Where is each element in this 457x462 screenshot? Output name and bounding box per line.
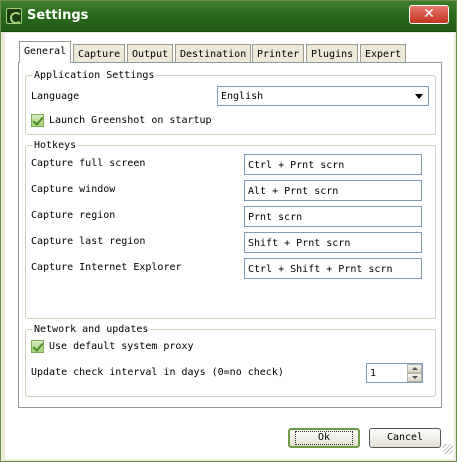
hotkey-field-window[interactable]: Alt + Prnt scrn: [244, 180, 422, 201]
network-updates-group: Network and updates Use default system p…: [25, 323, 436, 397]
hotkey-value-window: Alt + Prnt scrn: [248, 186, 339, 197]
update-interval-spinner[interactable]: 1: [366, 363, 423, 383]
network-updates-legend: Network and updates: [32, 323, 151, 336]
tab-plugins[interactable]: Plugins: [306, 44, 359, 62]
use-system-proxy-label[interactable]: Use default system proxy: [49, 340, 194, 353]
hotkeys-legend: Hotkeys: [32, 139, 79, 152]
launch-on-startup-label[interactable]: Launch Greenshot on startup: [49, 114, 212, 127]
greenshot-app-icon: [6, 8, 22, 24]
general-tab-page: Application Settings Language English La…: [18, 62, 442, 408]
hotkey-field-region[interactable]: Prnt scrn: [244, 206, 422, 227]
tab-capture[interactable]: Capture: [73, 44, 126, 62]
language-selected-value: English: [221, 91, 264, 102]
tab-printer[interactable]: Printer: [252, 44, 305, 62]
hotkey-value-last-region: Shift + Prnt scrn: [248, 238, 351, 249]
hotkey-value-full-screen: Ctrl + Prnt scrn: [248, 160, 345, 171]
tab-destination[interactable]: Destination: [175, 44, 252, 62]
hotkey-label-region: Capture region: [31, 210, 116, 221]
use-system-proxy-checkbox[interactable]: [31, 340, 44, 353]
ok-button[interactable]: Ok: [288, 428, 360, 448]
hotkey-label-internet-explorer: Capture Internet Explorer: [31, 262, 182, 273]
language-label: Language: [31, 91, 80, 102]
hotkey-value-region: Prnt scrn: [248, 212, 303, 223]
window-title: Settings: [27, 8, 89, 23]
resize-grip-icon[interactable]: [443, 444, 453, 454]
ok-button-label: Ok: [294, 431, 354, 445]
update-interval-label: Update check interval in days (0=no chec…: [31, 367, 284, 378]
hotkey-label-last-region: Capture last region: [31, 236, 146, 247]
language-select[interactable]: English: [217, 86, 429, 106]
application-settings-legend: Application Settings: [32, 69, 157, 82]
hotkey-label-window: Capture window: [31, 184, 116, 195]
close-button[interactable]: ✕: [409, 5, 449, 24]
hotkey-field-internet-explorer[interactable]: Ctrl + Shift + Prnt scrn: [244, 258, 422, 279]
spin-down-arrow-icon[interactable]: [407, 373, 422, 382]
cancel-button[interactable]: Cancel: [369, 428, 441, 448]
dialog-client-area: General Capture Output Destination Print…: [5, 33, 454, 459]
title-bar[interactable]: Settings ✕: [1, 1, 456, 32]
hotkey-label-full-screen: Capture full screen: [31, 158, 146, 169]
update-interval-value[interactable]: 1: [370, 367, 376, 380]
hotkey-value-internet-explorer: Ctrl + Shift + Prnt scrn: [248, 264, 393, 275]
launch-on-startup-checkbox[interactable]: [31, 114, 44, 127]
dropdown-arrow-icon[interactable]: [412, 89, 426, 103]
tab-general[interactable]: General: [19, 41, 72, 63]
hotkeys-group: Hotkeys Capture full screen Ctrl + Prnt …: [25, 139, 436, 319]
hotkey-field-last-region[interactable]: Shift + Prnt scrn: [244, 232, 422, 253]
settings-dialog: Settings ✕ General Capture Output Destin…: [0, 0, 457, 462]
application-settings-group: Application Settings Language English La…: [25, 69, 436, 135]
tab-expert[interactable]: Expert: [360, 44, 407, 62]
tab-output[interactable]: Output: [127, 44, 174, 62]
spin-up-arrow-icon[interactable]: [407, 364, 422, 373]
hotkey-field-full-screen[interactable]: Ctrl + Prnt scrn: [244, 154, 422, 175]
